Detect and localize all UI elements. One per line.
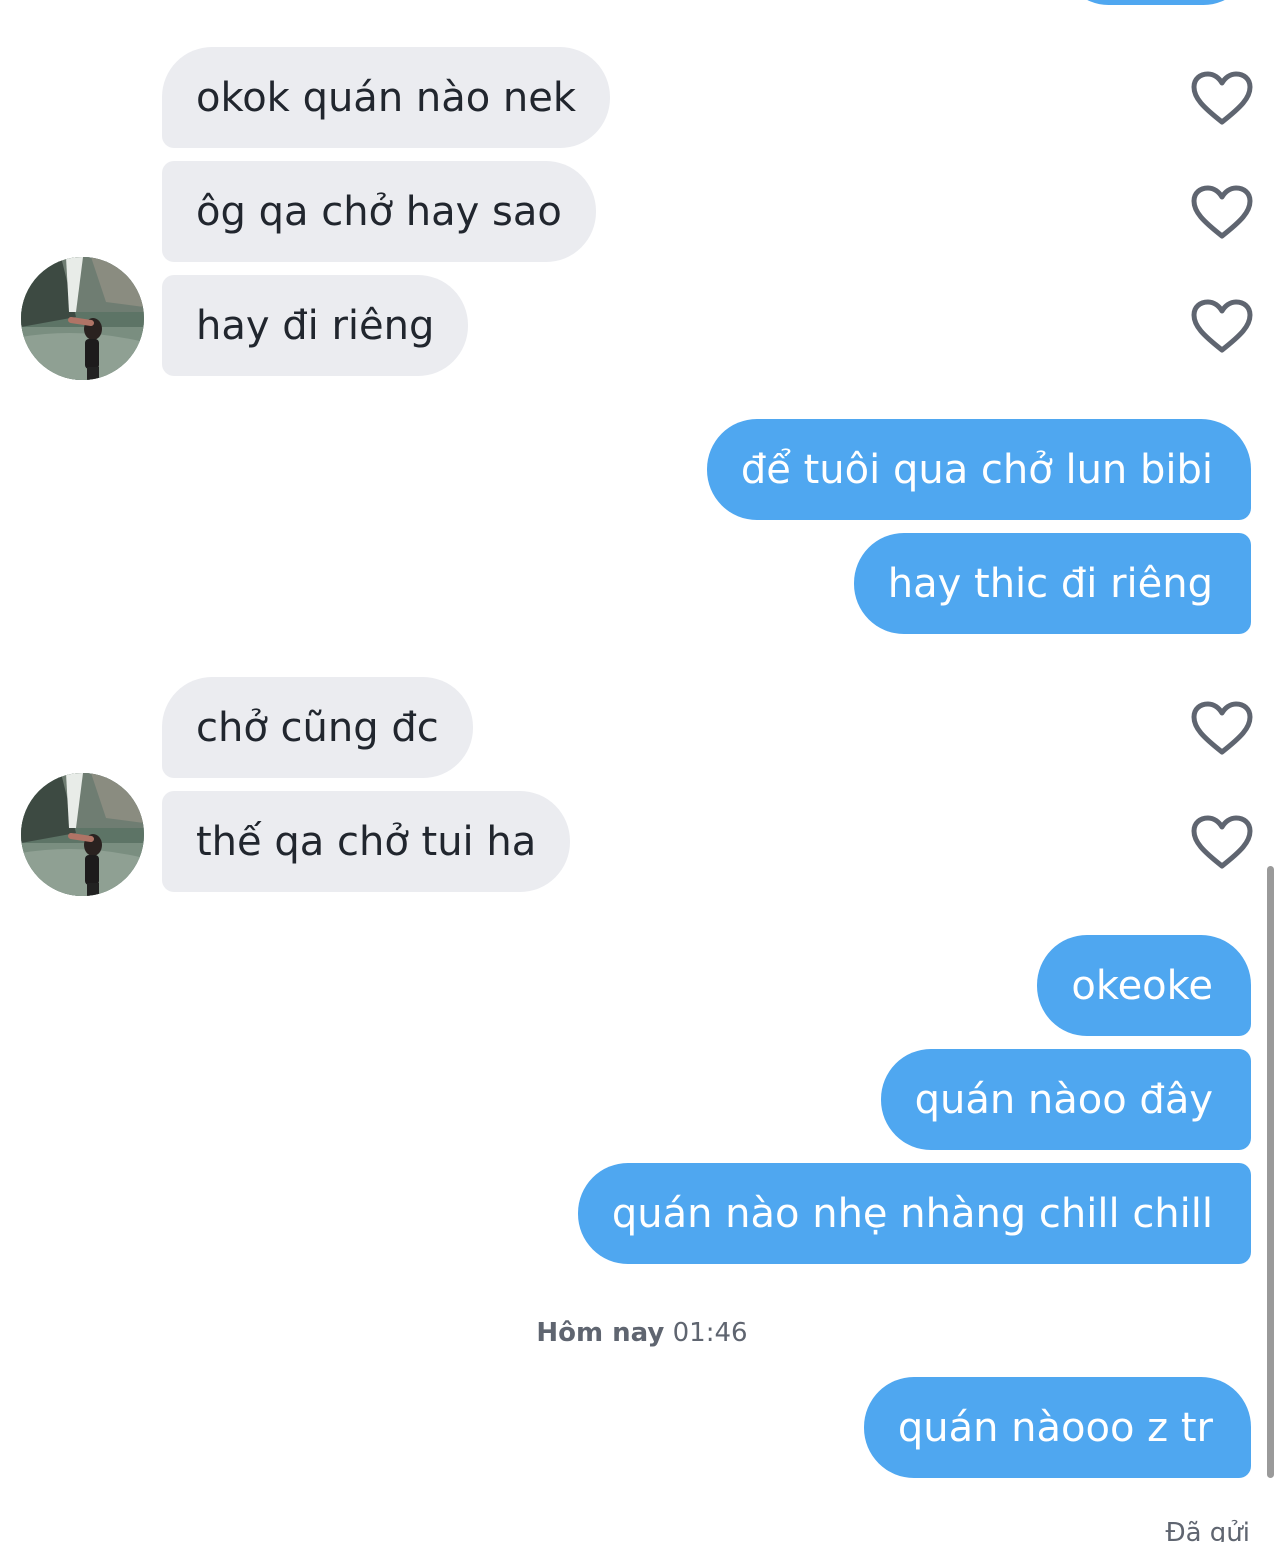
previous-outgoing-bubble[interactable] [1061,0,1251,5]
message-text: chở cũng đc [196,704,439,751]
incoming-message[interactable]: chở cũng đc [162,677,473,778]
outgoing-message[interactable]: quán nàoo đây [880,1049,1251,1150]
message-text: quán nàoo đây [914,1076,1213,1123]
message-text: quán nàooo z tr [897,1404,1213,1451]
contact-avatar[interactable] [21,773,144,896]
message-text: thế qa chở tui ha [196,818,537,865]
scrollbar[interactable] [1267,866,1274,1478]
heart-icon[interactable] [1191,299,1253,355]
incoming-message[interactable]: okok quán nào nek [162,47,611,148]
heart-icon[interactable] [1191,701,1253,757]
outgoing-message[interactable]: okeoke [1037,935,1251,1036]
message-text: okok quán nào nek [196,74,577,121]
heart-icon[interactable] [1191,815,1253,871]
sent-status: Đã gửi [1165,1518,1250,1542]
message-text: hay thic đi riêng [887,560,1213,607]
message-text: quán nào nhẹ nhàng chill chill [611,1190,1213,1237]
message-text: okeoke [1071,962,1213,1009]
timestamp-time: 01:46 [672,1318,748,1348]
message-text: hay đi riêng [196,302,435,349]
incoming-message[interactable]: hay đi riêng [162,275,469,376]
incoming-message[interactable]: ôg qa chở hay sao [162,161,596,262]
chat-screen: okok quán nào nek ôg qa chở hay sao hay … [0,0,1284,1542]
outgoing-message[interactable]: để tuôi qua chở lun bibi [706,419,1251,520]
message-text: để tuôi qua chở lun bibi [740,446,1213,493]
outgoing-message[interactable]: hay thic đi riêng [853,533,1251,634]
incoming-message[interactable]: thế qa chở tui ha [162,791,571,892]
timestamp-day: Hôm nay [536,1318,665,1348]
outgoing-message[interactable]: quán nàooo z tr [863,1377,1251,1478]
heart-icon[interactable] [1191,185,1253,241]
contact-avatar[interactable] [21,257,144,380]
timestamp: Hôm nay 01:46 [0,1318,1284,1348]
message-text: ôg qa chở hay sao [196,188,562,235]
heart-icon[interactable] [1191,71,1253,127]
outgoing-message[interactable]: quán nào nhẹ nhàng chill chill [577,1163,1251,1264]
